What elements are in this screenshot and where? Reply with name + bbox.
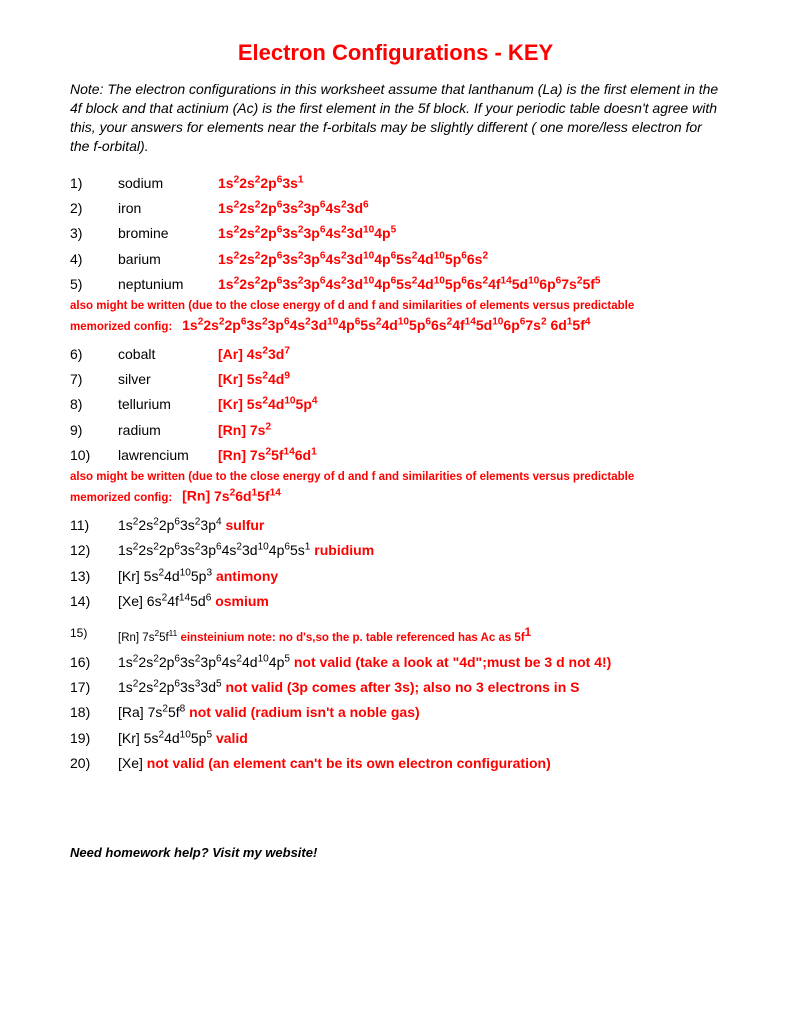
list-item: 20)[Xe] not valid (an element can't be i…: [70, 752, 721, 774]
list-item: 8)tellurium[Kr] 5s24d105p4: [70, 393, 721, 415]
list-item: 11)1s22s22p63s23p4 sulfur: [70, 514, 721, 536]
list-item: 6)cobalt[Ar] 4s23d7: [70, 343, 721, 365]
neptunium-extra-config: memorized config: 1s22s22p63s23p64s23d10…: [70, 316, 721, 333]
list-item: 1)sodium1s22s22p63s1: [70, 172, 721, 194]
list-item: 15)[Rn] 7s25f11 einsteinium note: no d's…: [70, 624, 721, 647]
part1-list: 1)sodium1s22s22p63s1 2)iron1s22s22p63s23p…: [70, 172, 721, 296]
list-item: 18)[Ra] 7s25f8 not valid (radium isn't a…: [70, 701, 721, 723]
list-item: 10)lawrencium[Rn] 7s25f146d1: [70, 444, 721, 466]
list-item: 16)1s22s22p63s23p64s24d104p5 not valid (…: [70, 651, 721, 673]
footer-text: Need homework help? Visit my website!: [70, 845, 721, 860]
list-item: 5)neptunium1s22s22p63s23p64s23d104p65s24…: [70, 273, 721, 295]
list-item: 19)[Kr] 5s24d105p5 valid: [70, 727, 721, 749]
list-item: 3)bromine1s22s22p63s23p64s23d104p5: [70, 222, 721, 244]
intro-note: Note: The electron configurations in thi…: [70, 80, 721, 156]
list-item: 7)silver[Kr] 5s24d9: [70, 368, 721, 390]
list-item: 9)radium[Rn] 7s2: [70, 419, 721, 441]
part3-list: 11)1s22s22p63s23p4 sulfur 12)1s22s22p63s2…: [70, 514, 721, 775]
lawrencium-extra-note: also might be written (due to the close …: [70, 470, 721, 486]
neptunium-extra-note: also might be written (due to the close …: [70, 299, 721, 315]
list-item: 17)1s22s22p63s33d5 not valid (3p comes a…: [70, 676, 721, 698]
list-item: 4)barium1s22s22p63s23p64s23d104p65s24d10…: [70, 248, 721, 270]
list-item: 13)[Kr] 5s24d105p3 antimony: [70, 565, 721, 587]
list-item: 12)1s22s22p63s23p64s23d104p65s1 rubidium: [70, 539, 721, 561]
part2-list: 6)cobalt[Ar] 4s23d7 7)silver[Kr] 5s24d9 8)…: [70, 343, 721, 467]
list-item: 2)iron1s22s22p63s23p64s23d6: [70, 197, 721, 219]
list-item: 14)[Xe] 6s24f145d6 osmium: [70, 590, 721, 612]
page-title: Electron Configurations - KEY: [70, 40, 721, 66]
lawrencium-extra-config: memorized config: [Rn] 7s26d15f14: [70, 487, 721, 504]
